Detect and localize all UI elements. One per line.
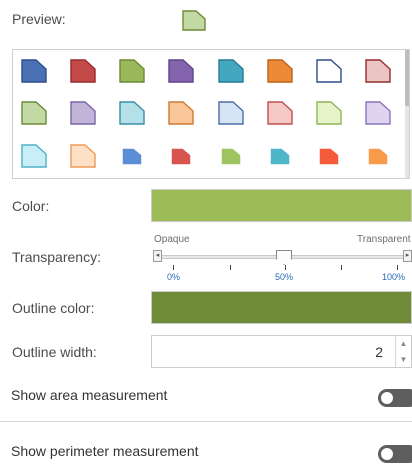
fill-swatch[interactable] [21,101,47,125]
outline-color-picker-button[interactable] [151,291,412,324]
fill-swatch[interactable] [218,59,244,83]
fill-swatch[interactable] [168,59,194,83]
palette-scrollbar[interactable] [405,50,409,178]
fill-swatch[interactable] [221,148,241,165]
slider-tick [341,265,342,270]
fill-swatch[interactable] [267,101,293,125]
area-measurement-toggle[interactable] [378,389,412,407]
slider-tick [285,265,286,270]
area-measurement-label: Show area measurement [11,387,168,403]
divider [0,421,412,422]
tick-label-0: 0% [167,272,181,282]
slider-min-label: Opaque [154,234,190,245]
chevron-right-icon[interactable]: ▸ [403,250,412,262]
preview-label: Preview: [12,11,66,27]
chevron-up-icon[interactable]: ▲ [396,336,411,351]
transparency-slider[interactable]: Opaque Transparent ◂ ▸ 0% 50% 100% [151,234,412,284]
perimeter-measurement-label: Show perimeter measurement [11,443,199,459]
fill-swatch[interactable] [368,148,388,165]
fill-swatch[interactable] [70,59,96,83]
fill-swatch[interactable] [21,144,47,168]
palette-scrollbar-thumb[interactable] [405,50,409,106]
fill-swatch[interactable] [365,59,391,83]
fill-swatch[interactable] [70,144,96,168]
slider-tick [230,265,231,270]
chevron-left-icon[interactable]: ◂ [153,250,162,262]
fill-swatch[interactable] [70,101,96,125]
slider-thumb[interactable] [276,250,292,265]
outline-width-label: Outline width: [12,344,97,360]
fill-swatch[interactable] [122,148,142,165]
fill-swatch[interactable] [168,101,194,125]
preview-shape-icon [182,10,206,31]
fill-swatch[interactable] [21,59,47,83]
fill-swatch[interactable] [119,59,145,83]
fill-swatch[interactable] [316,59,342,83]
color-picker-button[interactable] [151,189,412,222]
stepper-buttons: ▲ ▼ [395,336,411,367]
slider-tick [173,265,174,270]
outline-color-label: Outline color: [12,300,95,316]
outline-width-stepper[interactable]: 2 ▲ ▼ [151,335,412,368]
color-label: Color: [12,198,50,214]
fill-swatch[interactable] [319,148,339,165]
fill-swatch[interactable] [218,101,244,125]
tick-label-100: 100% [382,272,406,282]
toggle-knob [381,448,393,460]
transparency-label: Transparency: [12,249,101,265]
outline-width-value[interactable]: 2 [375,344,383,360]
fill-swatch[interactable] [365,101,391,125]
fill-palette [12,49,410,179]
tick-label-50: 50% [275,272,294,282]
slider-max-label: Transparent [357,234,411,245]
fill-swatch[interactable] [119,101,145,125]
fill-swatch[interactable] [316,101,342,125]
perimeter-measurement-toggle[interactable] [378,445,412,463]
fill-swatch[interactable] [267,59,293,83]
fill-swatch[interactable] [171,148,191,165]
toggle-knob [381,392,393,404]
slider-tick [397,265,398,270]
fill-swatch[interactable] [270,148,290,165]
chevron-down-icon[interactable]: ▼ [396,352,411,367]
